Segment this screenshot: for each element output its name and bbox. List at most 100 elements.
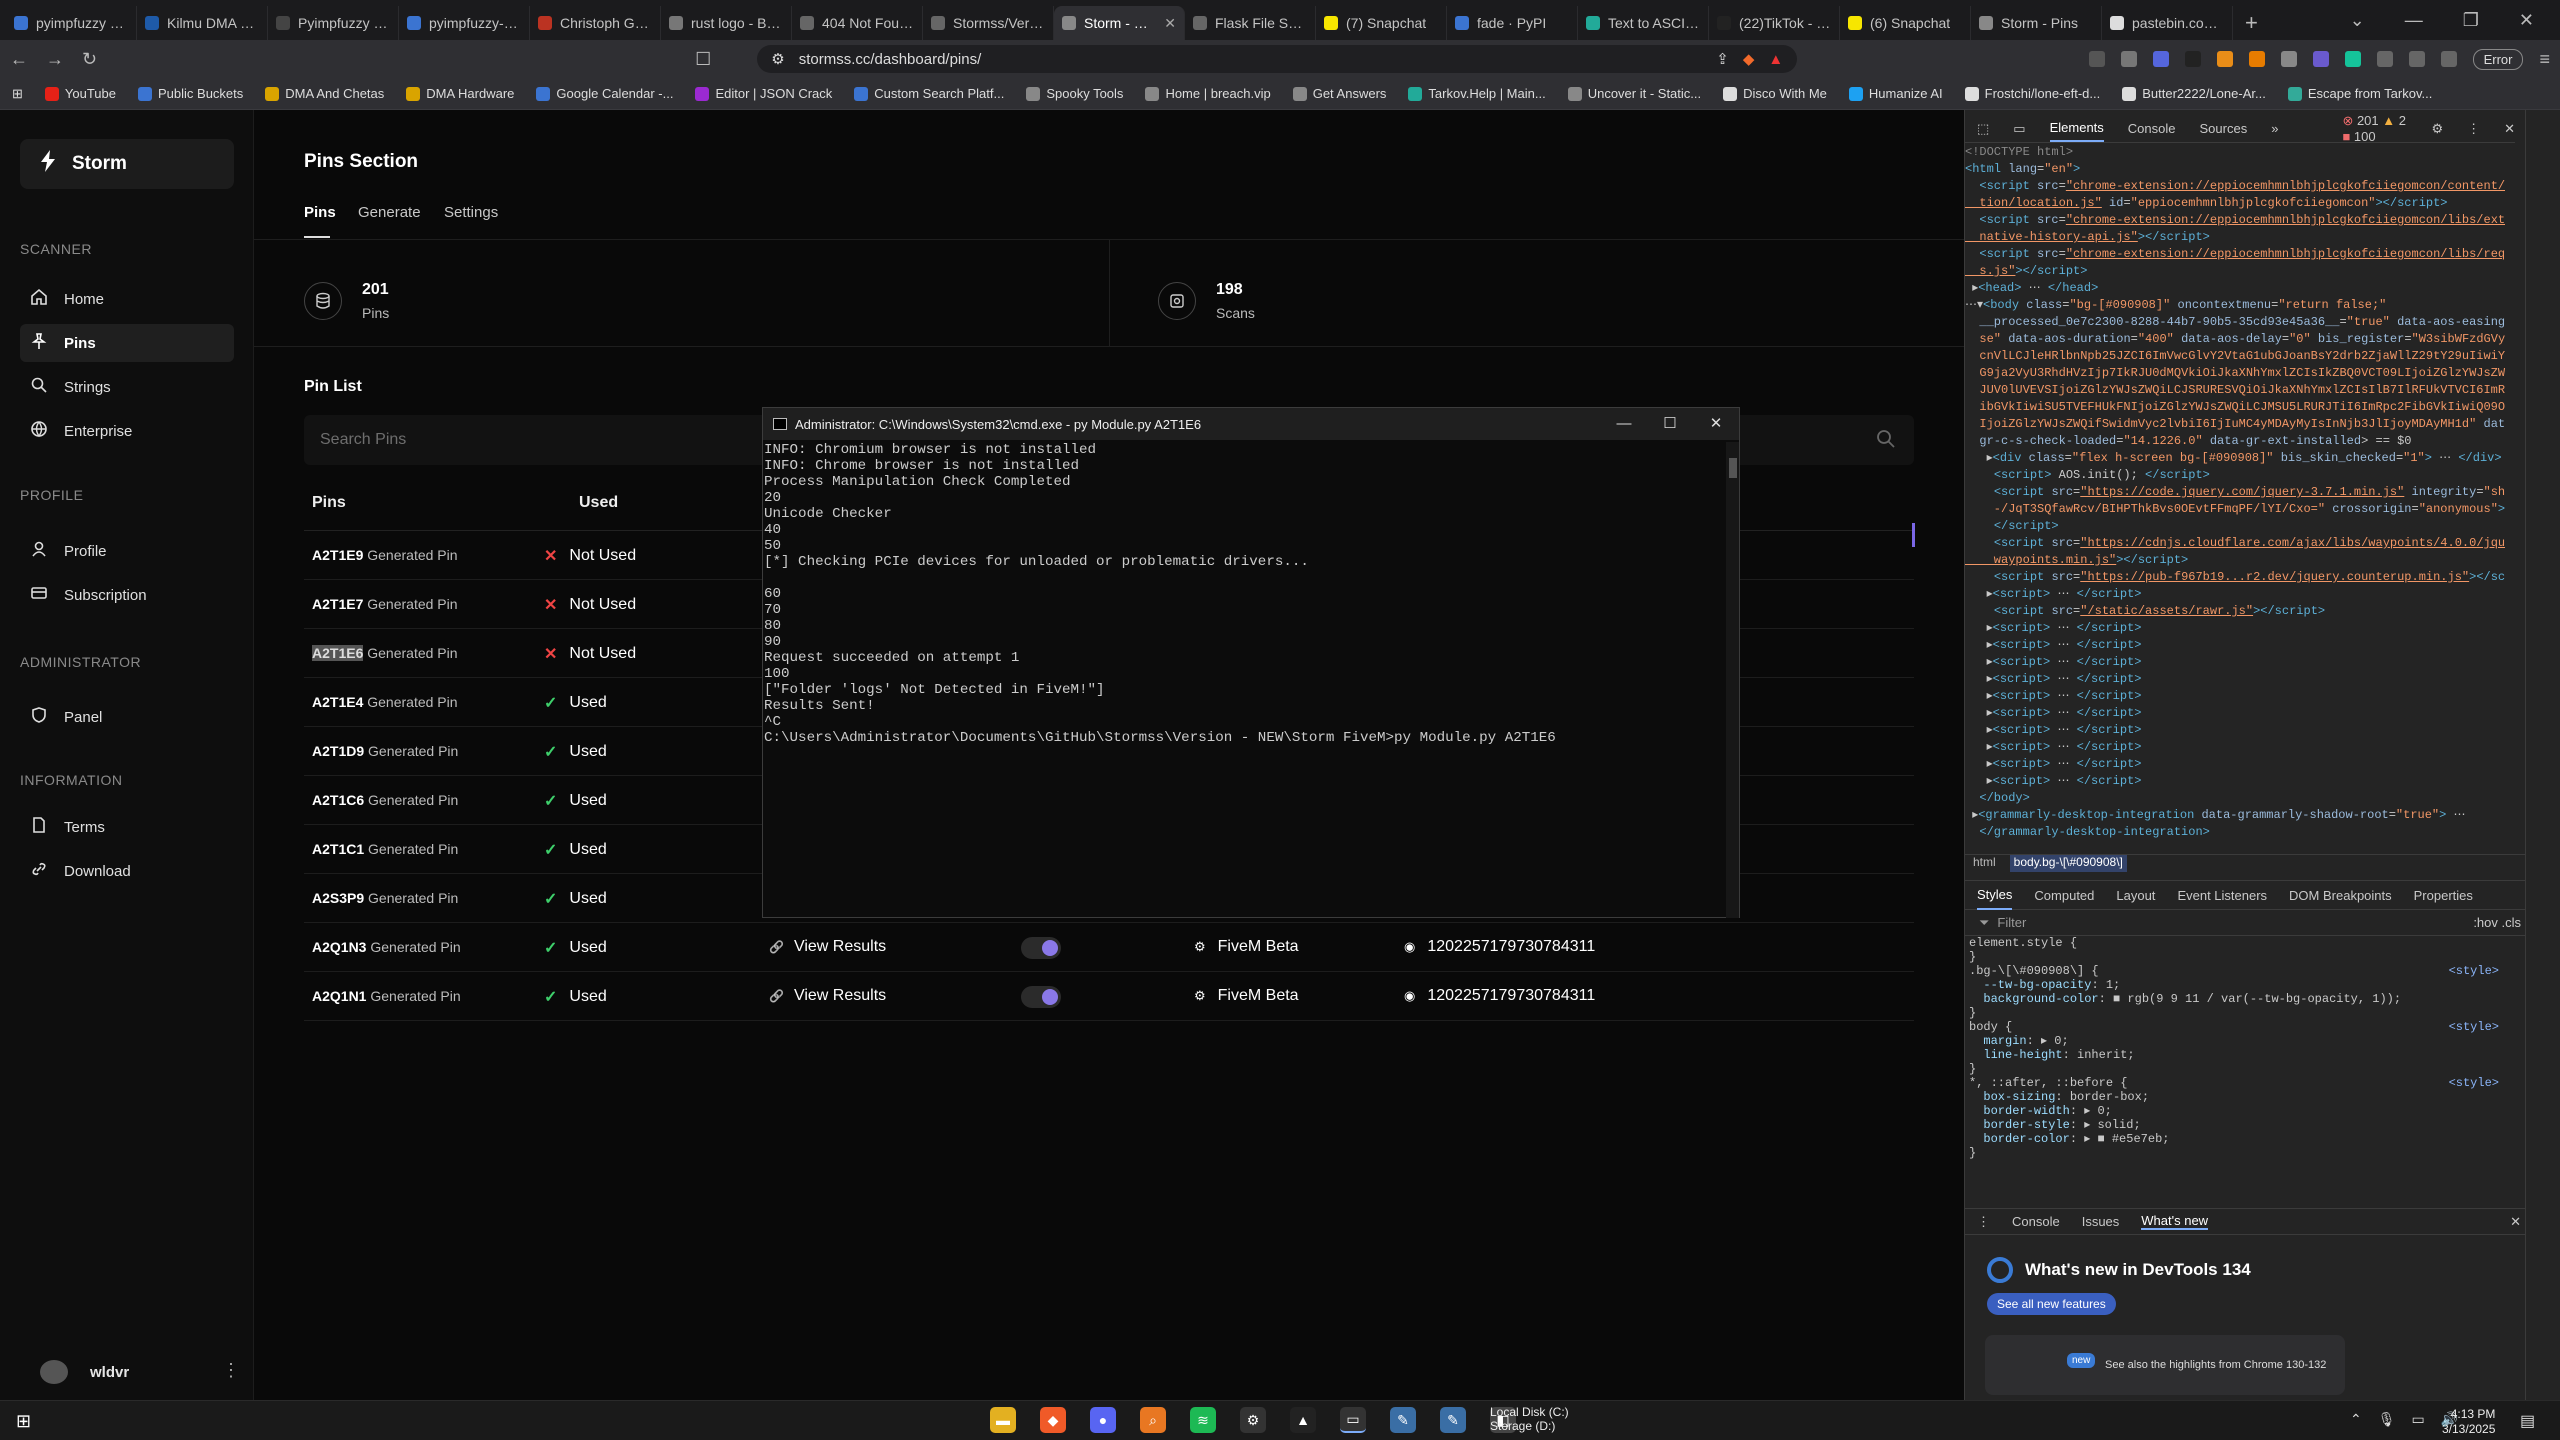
filter-tools[interactable]: :hov .cls xyxy=(2473,915,2521,930)
extension-icon[interactable] xyxy=(2152,51,2169,67)
bookmark-item[interactable]: Frostchi/lone-eft-d... xyxy=(1964,86,2100,101)
bookmark-item[interactable]: Spooky Tools xyxy=(1026,86,1123,101)
chevron-up-icon[interactable]: ⌃ xyxy=(2350,1411,2362,1428)
see-all-features-button[interactable]: See all new features xyxy=(1987,1293,2116,1315)
terminal-icon[interactable]: ▭ xyxy=(1340,1407,1366,1433)
settings-gear-icon[interactable]: ⚙ xyxy=(2431,121,2443,137)
windows-start-icon[interactable]: ⊞ xyxy=(16,1411,31,1432)
browser-tab[interactable]: pyimpfuzzy-windows xyxy=(399,6,530,40)
styles-subtab[interactable]: Layout xyxy=(2116,888,2155,903)
share-icon[interactable]: ⇪ xyxy=(1716,50,1729,68)
sidebar-item-pins[interactable]: Pins xyxy=(20,324,234,362)
browser-tab[interactable]: pyimpfuzzy · PyPI xyxy=(6,6,137,40)
browser-tab[interactable]: Storm - Pins xyxy=(1971,6,2102,40)
extension-icon[interactable] xyxy=(2120,51,2137,67)
brave-icon[interactable]: ◆ xyxy=(1040,1407,1066,1433)
sidebar-item-strings[interactable]: Strings xyxy=(20,368,234,406)
more-tabs-icon[interactable]: » xyxy=(2271,121,2278,136)
browser-tab[interactable]: Pyimpfuzzy build xyxy=(268,6,399,40)
drawer-tab-whatsnew[interactable]: What's new xyxy=(2141,1213,2209,1230)
device-toggle-icon[interactable]: ▭ xyxy=(2013,121,2025,137)
tab-elements[interactable]: Elements xyxy=(2049,120,2104,142)
clock[interactable]: 4:13 PM 3/13/2025 xyxy=(2442,1407,2495,1437)
sidebar-item-profile[interactable]: Profile xyxy=(20,532,234,570)
extension-icon[interactable] xyxy=(2216,51,2233,67)
sidebar-item-terms[interactable]: Terms xyxy=(20,808,234,846)
bookmark-item[interactable]: YouTube xyxy=(44,86,116,101)
close-tab-icon[interactable]: ✕ xyxy=(1164,15,1176,32)
menu-icon[interactable]: ≡ xyxy=(2539,49,2550,70)
view-results-link[interactable]: 🔗 View Results xyxy=(769,938,886,956)
bookmark-item[interactable]: Disco With Me xyxy=(1723,86,1827,101)
bookmark-item[interactable]: Escape from Tarkov... xyxy=(2287,86,2432,101)
column-header-pins[interactable]: Pins xyxy=(312,494,346,512)
close-icon[interactable]: ✕ xyxy=(2504,121,2515,137)
maximize-button[interactable]: ☐ xyxy=(1647,408,1693,440)
notepad-icon[interactable]: ✎ xyxy=(1440,1407,1466,1433)
drawer-tab-console[interactable]: Console xyxy=(2012,1214,2060,1229)
bookmark-item[interactable]: Public Buckets xyxy=(138,86,243,101)
notification-icon[interactable]: ▤ xyxy=(2520,1411,2535,1431)
steam-icon[interactable]: ⚙ xyxy=(1240,1407,1266,1433)
brave-shield-icon[interactable]: ◆ xyxy=(1743,50,1755,68)
minimize-button[interactable]: — xyxy=(2405,10,2423,31)
minimize-button[interactable]: — xyxy=(1601,408,1647,440)
browser-tab[interactable]: rust logo - Brave xyxy=(661,6,792,40)
extension-icon[interactable] xyxy=(2312,51,2329,67)
drawer-tab-issues[interactable]: Issues xyxy=(2082,1214,2120,1229)
back-icon[interactable]: ← xyxy=(10,49,28,70)
spotify-icon[interactable]: ≋ xyxy=(1190,1407,1216,1433)
more-vertical-icon[interactable]: ⋮ xyxy=(1977,1214,1990,1230)
site-info-icon[interactable]: ⚙ xyxy=(771,50,784,68)
browser-tab[interactable]: 404 Not Found xyxy=(792,6,923,40)
bookmark-page-icon[interactable]: ☐ xyxy=(695,49,711,70)
bookmark-item[interactable]: Custom Search Platf... xyxy=(854,86,1004,101)
view-results-link[interactable]: 🔗 View Results xyxy=(769,987,886,1005)
styles-subtab[interactable]: Computed xyxy=(2034,888,2094,903)
wallet-icon[interactable] xyxy=(2440,51,2457,67)
epic-games-icon[interactable]: ▲ xyxy=(1290,1407,1316,1433)
extensions-menu-icon[interactable] xyxy=(2376,51,2393,67)
extension-icon[interactable] xyxy=(2280,51,2297,67)
file-explorer-icon[interactable]: ▬ xyxy=(990,1407,1016,1433)
search-icon[interactable] xyxy=(1876,429,1896,454)
highlights-card[interactable]: new See also the highlights from Chrome … xyxy=(1985,1335,2345,1395)
styles-filter[interactable]: ⏷ Filter :hov .cls xyxy=(1965,910,2560,936)
bookmark-item[interactable]: Get Answers xyxy=(1292,86,1386,101)
browser-tab[interactable]: Flask File Serving xyxy=(1185,6,1316,40)
browser-tab[interactable]: Stormss/Version xyxy=(923,6,1054,40)
extension-icon[interactable] xyxy=(2248,51,2265,67)
bookmark-item[interactable]: Humanize AI xyxy=(1848,86,1943,101)
extension-icon[interactable] xyxy=(2184,51,2201,67)
apps-grid-icon[interactable]: ⊞ xyxy=(12,86,23,102)
browser-tab[interactable]: (22)TikTok - Make xyxy=(1709,6,1840,40)
bookmark-item[interactable]: DMA Hardware xyxy=(406,86,514,101)
browser-tab[interactable]: Text to ASCII Art xyxy=(1578,6,1709,40)
cmd-output[interactable]: INFO: Chromium browser is not installed I… xyxy=(763,442,1723,918)
toggle-switch[interactable] xyxy=(1021,937,1061,959)
styles-subtab[interactable]: Event Listeners xyxy=(2177,888,2267,903)
close-button[interactable]: ✕ xyxy=(2519,10,2534,31)
network-icon[interactable]: ▭ xyxy=(2412,1411,2425,1428)
bookmark-item[interactable]: Butter2222/Lone-Ar... xyxy=(2122,86,2266,101)
browser-tab[interactable]: Storm - Pins ✕ xyxy=(1054,6,1185,40)
breadcrumb-body[interactable]: body.bg-\[\#090908\] xyxy=(2009,855,2127,872)
sidebar-item-home[interactable]: Home xyxy=(20,280,234,318)
maximize-button[interactable]: ❐ xyxy=(2463,10,2479,31)
bookmark-item[interactable]: Editor | JSON Crack xyxy=(695,86,832,101)
cmd-scrollbar[interactable] xyxy=(1726,442,1739,918)
table-row[interactable]: A2Q1N3 Generated Pin ✓ Used 🔗 View Results ⚙ F… xyxy=(304,923,1914,972)
error-count[interactable]: ⊗ 201 ▲ 2 ■ 100 xyxy=(2342,113,2407,144)
dom-tree[interactable]: <!DOCTYPE html> <html lang="en"> <script… xyxy=(1965,144,2505,844)
sidebar-icon[interactable] xyxy=(2408,51,2425,67)
tab-generate[interactable]: Generate xyxy=(358,204,421,221)
browser-tab[interactable]: Christoph Gohlke xyxy=(530,6,661,40)
sidebar-item-panel[interactable]: Panel xyxy=(20,698,234,736)
close-icon[interactable]: ✕ xyxy=(2510,1214,2521,1230)
browser-tab[interactable]: (6) Snapchat xyxy=(1840,6,1971,40)
url-text[interactable]: stormss.cc/dashboard/pins/ xyxy=(799,51,1703,68)
extension-icon[interactable] xyxy=(2088,51,2105,67)
cmd-titlebar[interactable]: Administrator: C:\Windows\System32\cmd.e… xyxy=(763,408,1739,440)
brand-logo[interactable]: Storm xyxy=(20,139,234,189)
sidebar-item-subscription[interactable]: Subscription xyxy=(20,576,234,614)
